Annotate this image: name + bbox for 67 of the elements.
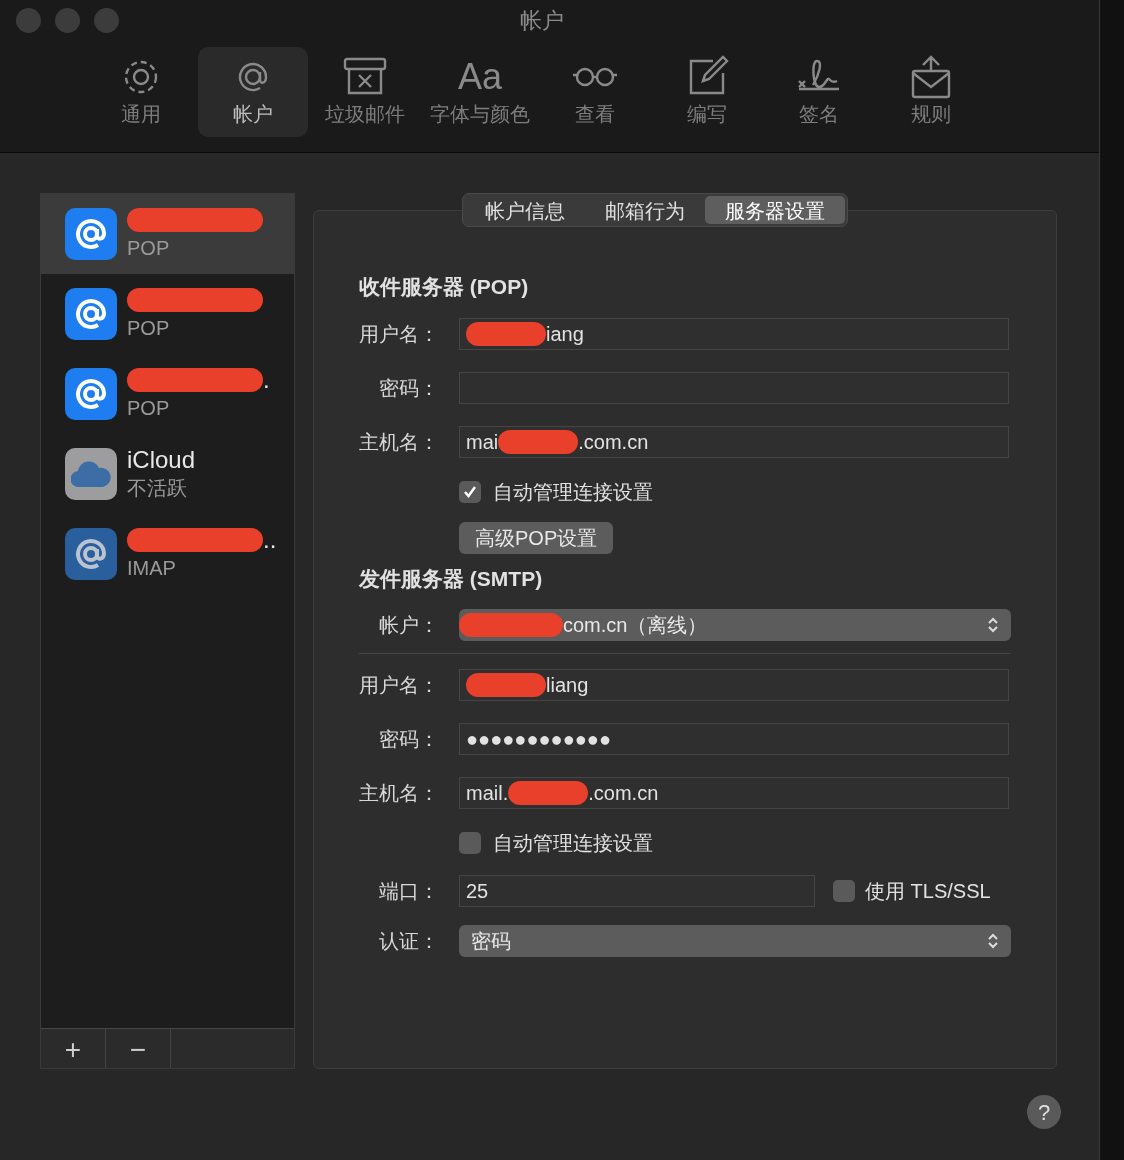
remove-account-button[interactable]: −	[106, 1029, 171, 1068]
add-account-button[interactable]: +	[41, 1029, 106, 1068]
field-label: 用户名：	[359, 322, 439, 347]
advanced-settings-button[interactable]: 高级POP设置	[459, 522, 614, 554]
toolbar-tab[interactable]: Aa 字体与颜色	[422, 47, 538, 137]
at-sign-account-icon	[65, 288, 117, 340]
auth-dropdown[interactable]: 密码	[459, 925, 1011, 957]
font-glyph: Aa	[457, 55, 502, 99]
account-list-item[interactable]: . POP	[41, 354, 294, 434]
window-title: 帐户	[520, 7, 564, 35]
account-type: IMAP	[127, 556, 177, 581]
text-field[interactable]: mai .com.cn	[459, 426, 1009, 458]
field-label: 端口：	[379, 879, 439, 904]
field-label: 帐户：	[379, 613, 439, 638]
field-label: 认证：	[379, 929, 439, 954]
account-name: .	[263, 366, 270, 394]
account-list-item[interactable]: POP	[41, 194, 294, 274]
text-field[interactable]: mail. .com.cn	[459, 777, 1009, 809]
section-heading: 收件服务器 (POP)	[359, 274, 530, 300]
segment-tab[interactable]: 服务器设置	[705, 196, 845, 224]
checkbox-label: 自动管理连接设置	[493, 831, 653, 856]
account-list-item[interactable]: iCloud 不活跃	[41, 434, 294, 514]
account-type: POP	[127, 316, 171, 341]
field-label: 主机名：	[359, 781, 439, 806]
up-down-chevron-icon	[987, 616, 999, 634]
up-down-chevron-icon	[987, 932, 999, 950]
segment-tab[interactable]: 邮箱行为	[585, 196, 705, 224]
at-sign-account-icon	[65, 208, 117, 260]
checkbox-label: 自动管理连接设置	[493, 480, 653, 505]
zoom-window-button[interactable]	[94, 7, 119, 33]
segment-tab[interactable]: 帐户信息	[465, 196, 585, 224]
account-dropdown[interactable]: com.cn（离线）	[459, 609, 1011, 641]
field-label: 密码：	[379, 376, 439, 401]
text-field[interactable]: iang	[459, 318, 1009, 350]
account-type: 不活跃	[127, 476, 188, 501]
field-label: 密码：	[379, 727, 439, 752]
toolbar-tab[interactable]: 签名	[764, 47, 874, 137]
account-type: POP	[127, 236, 171, 261]
text-field[interactable]: ●●●●●●●●●●●●	[459, 723, 1009, 755]
checkmark-icon	[463, 485, 477, 499]
field-label: 用户名：	[359, 673, 439, 698]
text-field[interactable]: 25	[459, 875, 815, 907]
help-button[interactable]: ?	[1027, 1095, 1061, 1129]
account-name: iCloud	[127, 446, 196, 474]
section-heading: 发件服务器 (SMTP)	[359, 566, 544, 592]
toolbar-tab[interactable]: 查看	[540, 47, 650, 137]
field-label: 主机名：	[359, 430, 439, 455]
checkbox[interactable]	[459, 832, 481, 854]
account-list-item[interactable]: .. IMAP	[41, 514, 294, 594]
toolbar-tab[interactable]: 垃圾邮件	[310, 47, 420, 137]
checkbox-label: 使用 TLS/SSL	[865, 879, 991, 904]
checkbox[interactable]	[459, 481, 481, 503]
text-field[interactable]: liang	[459, 669, 1009, 701]
checkbox[interactable]	[833, 880, 855, 902]
account-list-item[interactable]: POP	[41, 274, 294, 354]
toolbar-tab[interactable]: 通用	[86, 47, 196, 137]
account-name: ..	[263, 526, 277, 554]
toolbar-tab[interactable]: 规则	[876, 47, 986, 137]
toolbar-tab[interactable]: 帐户	[198, 47, 308, 137]
cloud-account-icon	[65, 448, 117, 500]
account-type: POP	[127, 396, 171, 421]
text-field[interactable]	[459, 372, 1009, 404]
at-sign-account-icon	[65, 528, 117, 580]
minimize-window-button[interactable]	[55, 7, 80, 33]
at-sign-account-icon	[65, 368, 117, 420]
close-window-button[interactable]	[16, 7, 41, 33]
toolbar-tab[interactable]: 编写	[652, 47, 762, 137]
